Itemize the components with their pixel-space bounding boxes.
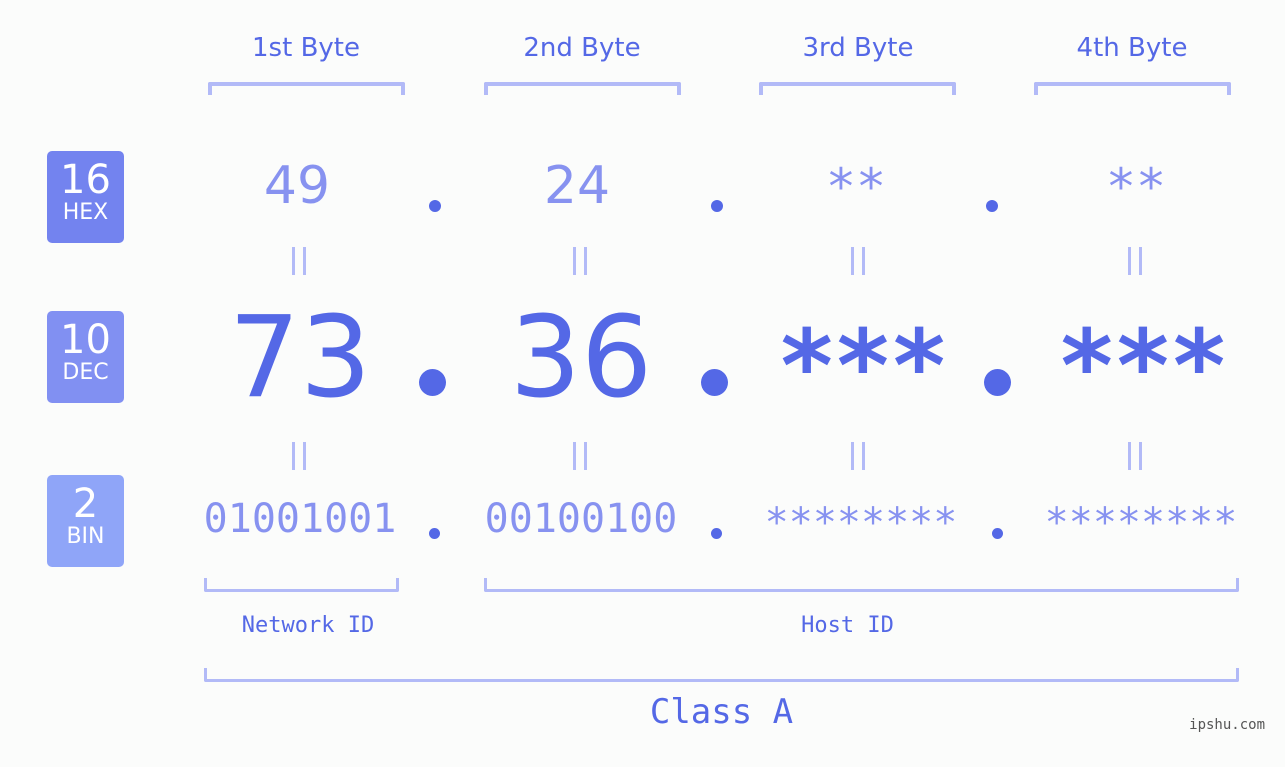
hex-value-3: **	[825, 158, 887, 216]
byte-header-1: 1st Byte	[252, 33, 360, 63]
bin-dot-2	[711, 528, 722, 539]
bin-dot-3	[992, 528, 1003, 539]
equals-icon	[1128, 247, 1142, 275]
bin-value-3: ********	[764, 500, 958, 546]
byte-bracket-3	[759, 82, 956, 95]
equals-icon	[573, 247, 587, 275]
hex-dot-3	[986, 200, 998, 212]
host-id-bracket	[484, 578, 1239, 592]
byte-header-2: 2nd Byte	[523, 33, 641, 63]
equals-icon	[292, 247, 306, 275]
dec-value-2: 36	[509, 293, 653, 423]
bin-value-2: 00100100	[484, 496, 678, 542]
bin-value-1: 01001001	[203, 496, 397, 542]
bin-dot-1	[429, 528, 440, 539]
dec-value-1: 73	[228, 293, 372, 423]
equals-icon	[1128, 442, 1142, 470]
byte-bracket-1	[208, 82, 405, 95]
network-id-bracket	[204, 578, 399, 592]
dec-dot-3	[984, 369, 1011, 396]
hex-badge: 16 HEX	[47, 151, 124, 243]
hex-value-2: 24	[543, 156, 611, 216]
byte-bracket-4	[1034, 82, 1231, 95]
dec-badge-number: 10	[60, 317, 111, 363]
hex-badge-number: 16	[60, 157, 111, 203]
dec-value-3: ***	[776, 308, 950, 425]
dec-badge-label: DEC	[62, 360, 109, 385]
watermark: ipshu.com	[1189, 717, 1265, 733]
dec-dot-1	[419, 369, 446, 396]
class-bracket	[204, 668, 1239, 682]
host-id-label: Host ID	[801, 613, 894, 638]
hex-value-1: 49	[263, 156, 331, 216]
dec-dot-2	[701, 369, 728, 396]
network-id-label: Network ID	[241, 613, 375, 638]
equals-icon	[851, 442, 865, 470]
equals-icon	[292, 442, 306, 470]
byte-header-3: 3rd Byte	[802, 33, 914, 63]
byte-header-4: 4th Byte	[1076, 33, 1188, 63]
equals-icon	[851, 247, 865, 275]
bin-badge: 2 BIN	[47, 475, 124, 567]
bin-badge-number: 2	[72, 481, 99, 527]
hex-badge-label: HEX	[62, 200, 109, 225]
dec-value-4: ***	[1056, 308, 1230, 425]
dec-badge: 10 DEC	[47, 311, 124, 403]
bin-value-4: ********	[1044, 500, 1238, 546]
hex-dot-1	[429, 200, 441, 212]
hex-dot-2	[711, 200, 723, 212]
hex-value-4: **	[1105, 158, 1167, 216]
class-label: Class A	[649, 692, 794, 732]
equals-icon	[573, 442, 587, 470]
bin-badge-label: BIN	[66, 524, 105, 549]
byte-bracket-2	[484, 82, 681, 95]
